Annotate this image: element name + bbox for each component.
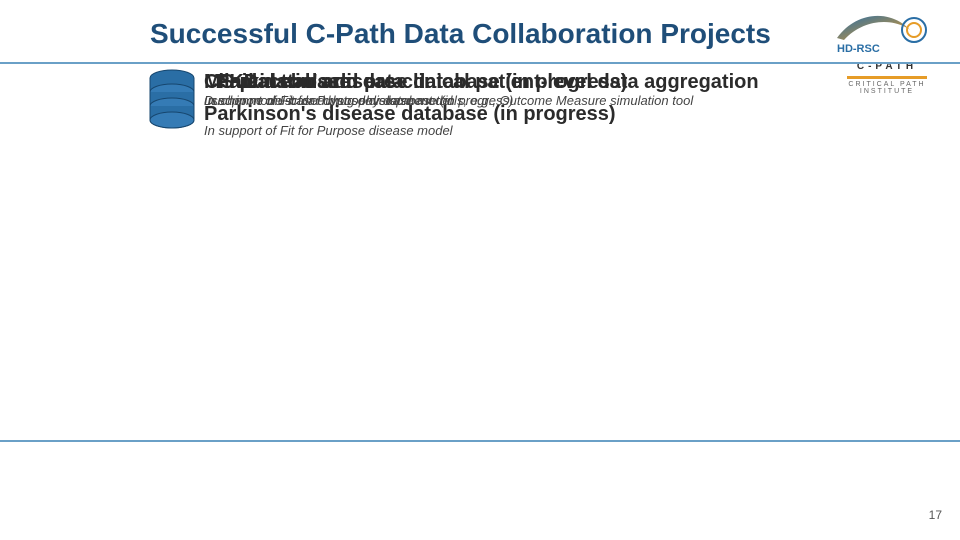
slide: Successful C-Path Data Collaboration Pro…	[0, 0, 960, 540]
headline-row2: Parkinson's disease database (in progres…	[204, 104, 616, 125]
content-block: MS placebo arm data Clinical trial and p…	[148, 68, 908, 148]
database-icon	[146, 68, 198, 134]
divider-top	[0, 62, 960, 64]
headline-overlap-4: Parkinson's disease database (in progres…	[216, 72, 628, 93]
page-number: 17	[929, 508, 942, 522]
slide-title: Successful C-Path Data Collaboration Pro…	[150, 18, 771, 50]
hd-rsc-logo-icon: HD-RSC	[832, 8, 942, 54]
divider-bottom	[0, 440, 960, 442]
hd-rsc-text: HD-RSC	[837, 43, 880, 54]
subline-bottom: In support of Fit for Purpose disease mo…	[204, 124, 453, 138]
